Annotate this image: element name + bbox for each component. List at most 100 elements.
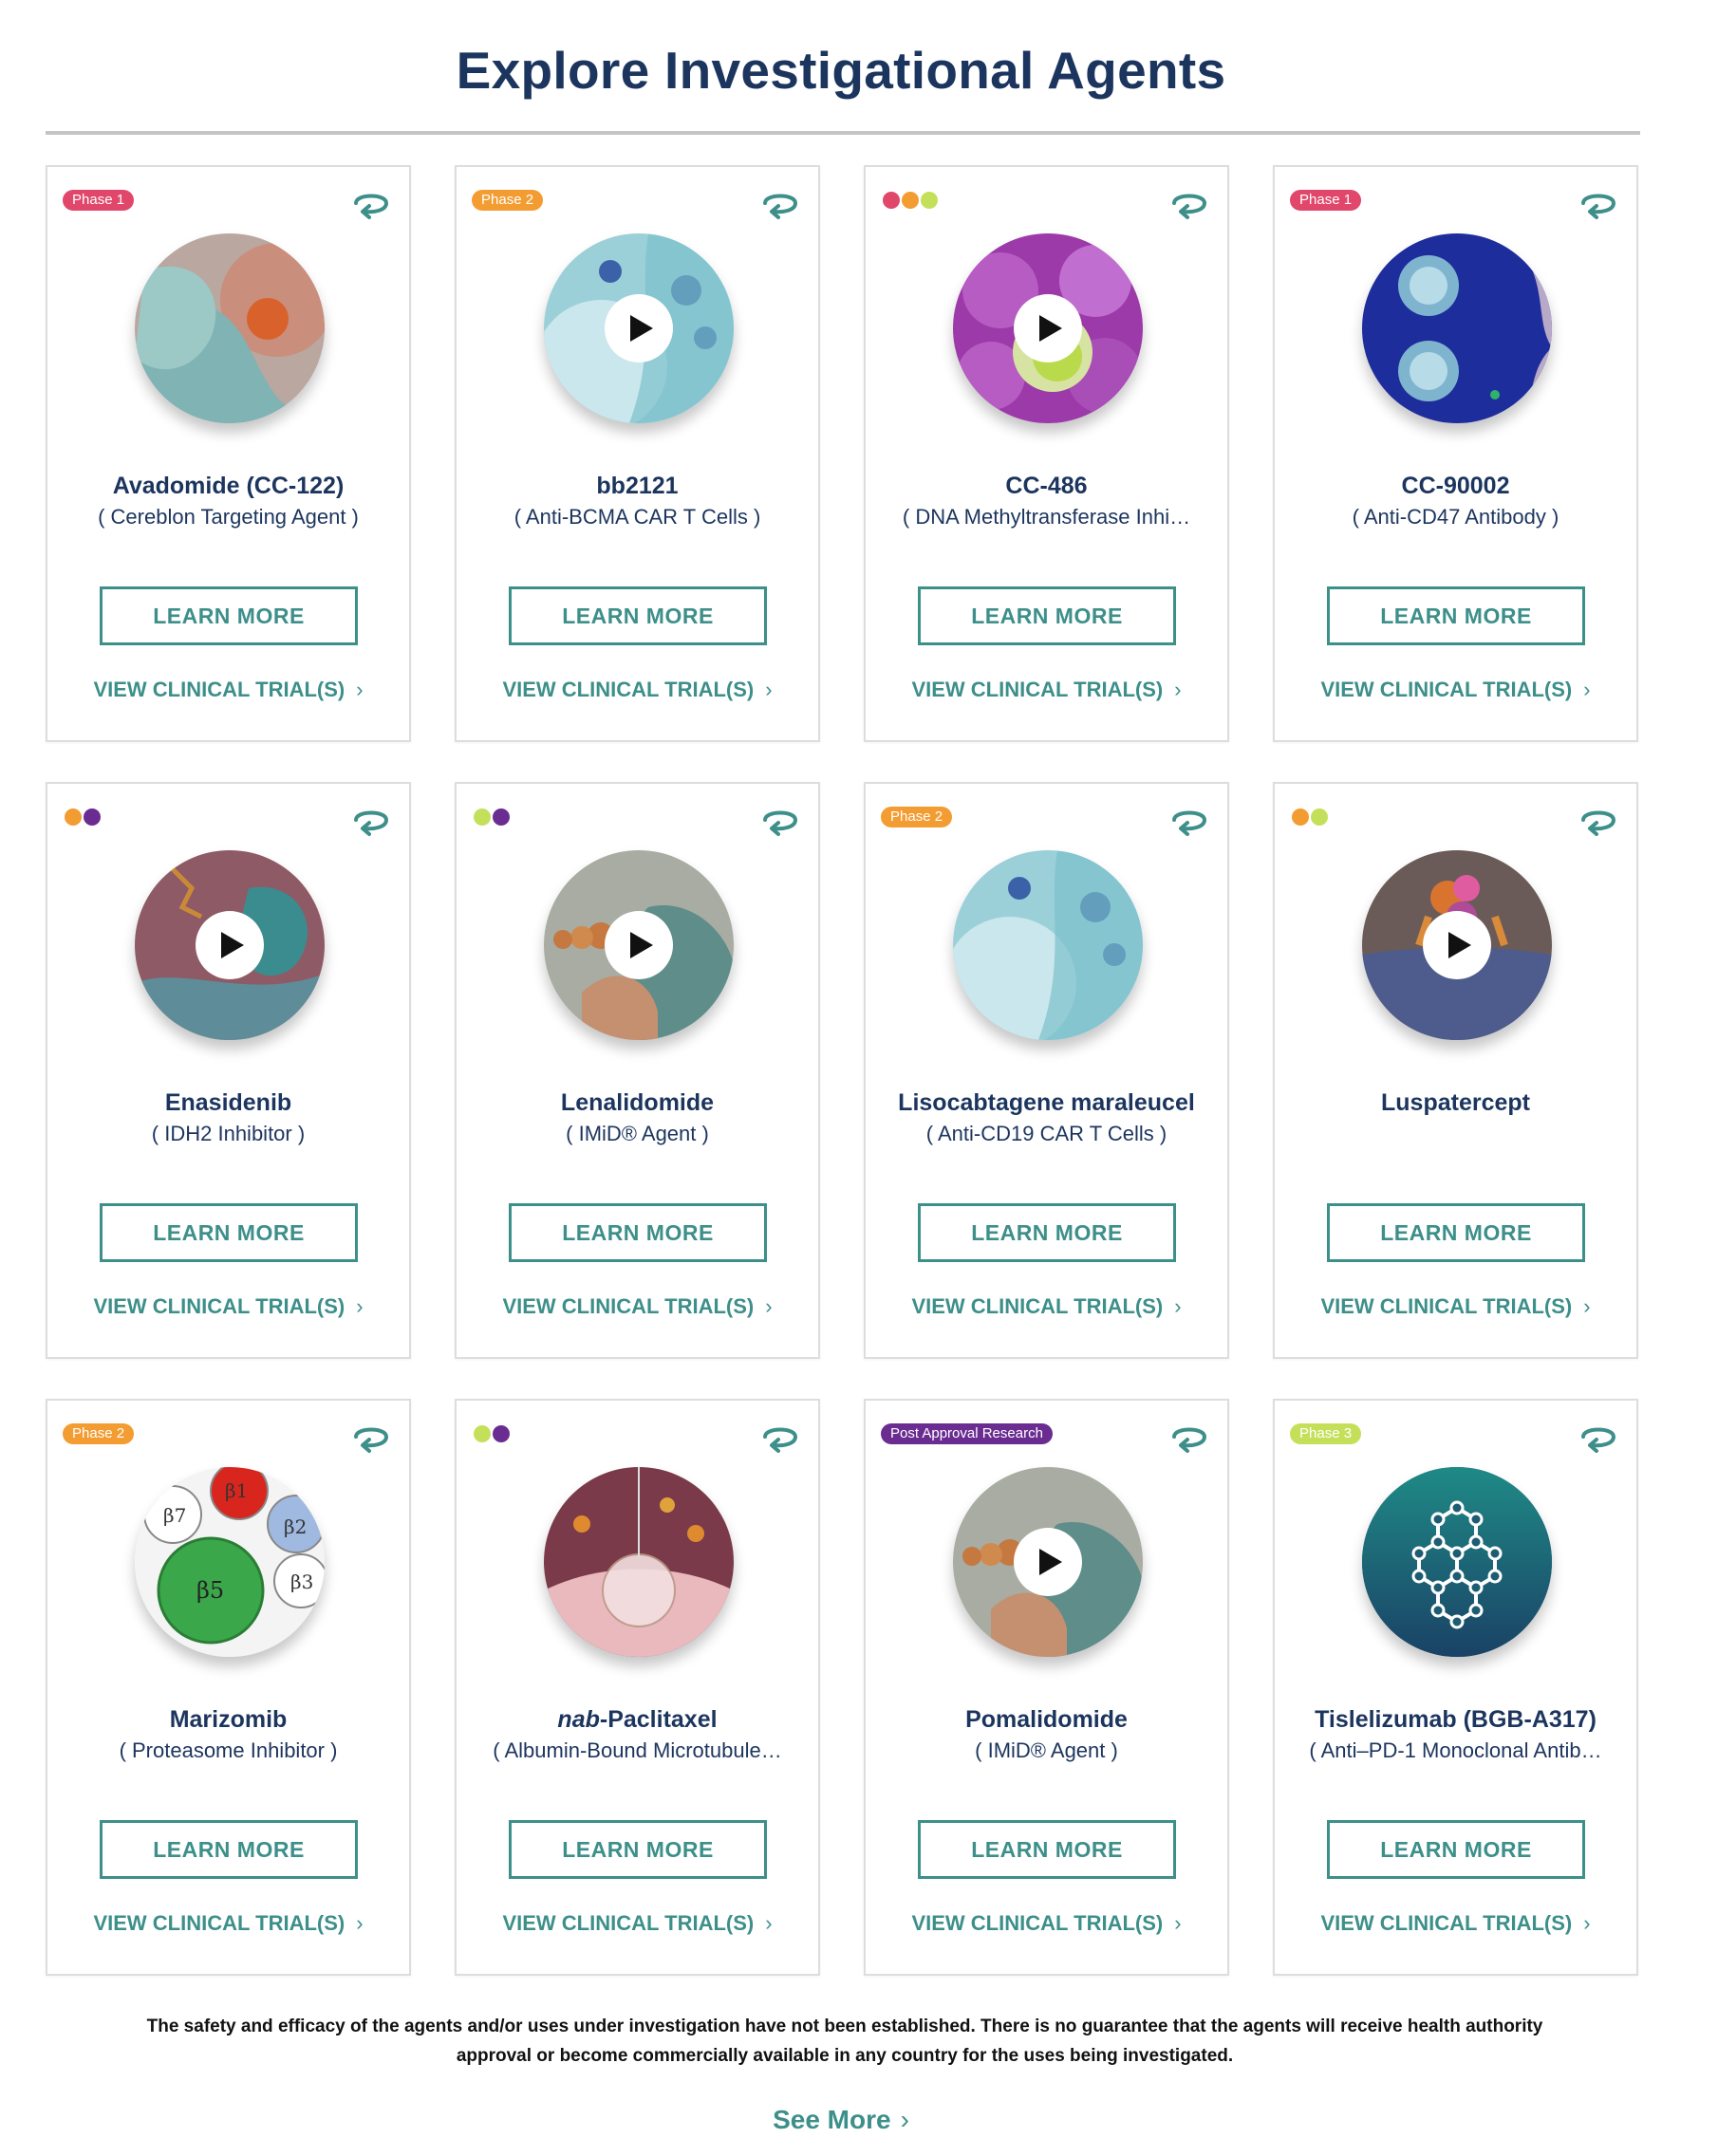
see-more-link[interactable]: See More › [0, 2105, 1682, 2135]
flip-card-icon[interactable] [1578, 803, 1619, 837]
flip-card-icon[interactable] [350, 186, 392, 220]
flip-card-icon[interactable] [1578, 1420, 1619, 1454]
learn-more-button[interactable]: LEARN MORE [1327, 1203, 1585, 1262]
play-video-icon[interactable] [1423, 911, 1491, 979]
agent-subtitle: ( Cereblon Targeting Agent ) [98, 505, 359, 529]
view-clinical-trials-label: VIEW CLINICAL TRIAL(S) [502, 1294, 755, 1318]
flip-card-icon[interactable] [759, 186, 801, 220]
flip-card-icon[interactable] [1168, 1420, 1210, 1454]
agent-card: Luspatercept LEARN MORE VIEW CLINICAL TRIA… [1273, 782, 1638, 1359]
flip-card-icon[interactable] [1578, 186, 1619, 220]
learn-more-button[interactable]: LEARN MORE [1327, 1820, 1585, 1879]
beta1-label: β1 [225, 1479, 248, 1502]
learn-more-button[interactable]: LEARN MORE [1327, 586, 1585, 645]
view-clinical-trials-link[interactable]: VIEW CLINICAL TRIAL(S) › [47, 1294, 409, 1319]
learn-more-button[interactable]: LEARN MORE [509, 586, 767, 645]
view-clinical-trials-link[interactable]: VIEW CLINICAL TRIAL(S) › [866, 678, 1227, 702]
agent-name-text: Enasidenib [164, 1089, 292, 1116]
agent-image[interactable] [953, 233, 1143, 423]
learn-more-button[interactable]: LEARN MORE [100, 586, 358, 645]
agent-card: CC-486 ( DNA Methyltransferase Inhi… LEARN… [864, 165, 1229, 742]
view-clinical-trials-link[interactable]: VIEW CLINICAL TRIAL(S) › [47, 1911, 409, 1936]
view-clinical-trials-label: VIEW CLINICAL TRIAL(S) [911, 678, 1164, 701]
chevron-right-icon: › [356, 1294, 364, 1318]
see-more-label: See More [773, 2105, 891, 2134]
indication-dot [1311, 808, 1328, 826]
view-clinical-trials-label: VIEW CLINICAL TRIAL(S) [93, 678, 345, 701]
indication-dots [474, 1425, 510, 1442]
agent-image[interactable] [135, 850, 325, 1040]
flip-card-icon[interactable] [759, 803, 801, 837]
agent-card: Phase 2 β7 β1 β2 β3 β5 Marizomib ( Proteasome I… [46, 1399, 411, 1976]
view-clinical-trials-label: VIEW CLINICAL TRIAL(S) [911, 1294, 1164, 1318]
agent-card: Phase 3 Tislelizumab (BGB-A317) ( Anti–PD-… [1273, 1399, 1638, 1976]
view-clinical-trials-link[interactable]: VIEW CLINICAL TRIAL(S) › [457, 678, 818, 702]
view-clinical-trials-link[interactable]: VIEW CLINICAL TRIAL(S) › [866, 1911, 1227, 1936]
agent-name: Lenalidomide [466, 1089, 809, 1117]
flip-card-icon[interactable] [1168, 803, 1210, 837]
flip-card-icon[interactable] [350, 1420, 392, 1454]
learn-more-button[interactable]: LEARN MORE [509, 1820, 767, 1879]
view-clinical-trials-label: VIEW CLINICAL TRIAL(S) [502, 678, 755, 701]
agent-name-text: Pomalidomide [965, 1706, 1128, 1733]
indication-dot [474, 808, 491, 826]
view-clinical-trials-link[interactable]: VIEW CLINICAL TRIAL(S) › [457, 1911, 818, 1936]
flip-card-icon[interactable] [759, 1420, 801, 1454]
view-clinical-trials-link[interactable]: VIEW CLINICAL TRIAL(S) › [47, 678, 409, 702]
agent-image [1362, 233, 1552, 423]
indication-dot [902, 192, 919, 209]
agent-card: Enasidenib ( IDH2 Inhibitor ) LEARN MORE VI… [46, 782, 411, 1359]
learn-more-button[interactable]: LEARN MORE [918, 1820, 1176, 1879]
phase-badge: Phase 3 [1290, 1423, 1362, 1444]
indication-dot [474, 1425, 491, 1442]
flip-card-icon[interactable] [1168, 186, 1210, 220]
play-video-icon[interactable] [1014, 1528, 1082, 1596]
agent-name-text: -Paclitaxel [599, 1706, 718, 1733]
agent-name: Avadomide (CC-122) [57, 473, 400, 500]
agent-name: bb2121 [466, 473, 809, 500]
learn-more-button[interactable]: LEARN MORE [509, 1203, 767, 1262]
learn-more-button[interactable]: LEARN MORE [918, 586, 1176, 645]
play-video-icon[interactable] [1014, 294, 1082, 362]
agent-name-text: bb2121 [596, 473, 679, 499]
indication-dot [84, 808, 101, 826]
agent-image[interactable] [953, 1467, 1143, 1657]
view-clinical-trials-link[interactable]: VIEW CLINICAL TRIAL(S) › [1275, 1294, 1636, 1319]
play-video-icon[interactable] [196, 911, 264, 979]
learn-more-button[interactable]: LEARN MORE [100, 1820, 358, 1879]
agent-name-text: Avadomide (CC-122) [112, 473, 345, 499]
agent-name-text: Luspatercept [1381, 1089, 1530, 1116]
view-clinical-trials-label: VIEW CLINICAL TRIAL(S) [911, 1911, 1164, 1935]
phase-badge: Phase 2 [472, 190, 544, 211]
agent-subtitle: ( Anti-CD47 Antibody ) [1352, 505, 1559, 529]
phase-badge: Phase 2 [881, 807, 953, 827]
agent-card: Phase 2 Lisocabtagene maraleucel ( Anti-CD… [864, 782, 1229, 1359]
view-clinical-trials-link[interactable]: VIEW CLINICAL TRIAL(S) › [1275, 678, 1636, 702]
agent-name-text: CC-90002 [1401, 473, 1510, 499]
agent-name-italic: nab [557, 1706, 600, 1733]
play-video-icon[interactable] [605, 911, 673, 979]
agent-card: Phase 1 CC-90002 ( Anti-CD47 Antibody ) LEA… [1273, 165, 1638, 742]
agent-subtitle: ( IMiD® Agent ) [566, 1122, 709, 1145]
chevron-right-icon: › [1583, 1911, 1591, 1935]
view-clinical-trials-label: VIEW CLINICAL TRIAL(S) [502, 1911, 755, 1935]
indication-dot [65, 808, 82, 826]
view-clinical-trials-link[interactable]: VIEW CLINICAL TRIAL(S) › [866, 1294, 1227, 1319]
view-clinical-trials-link[interactable]: VIEW CLINICAL TRIAL(S) › [457, 1294, 818, 1319]
play-video-icon[interactable] [605, 294, 673, 362]
agent-image[interactable] [1362, 850, 1552, 1040]
view-clinical-trials-label: VIEW CLINICAL TRIAL(S) [1320, 678, 1573, 701]
agent-name: CC-486 [875, 473, 1218, 500]
agent-image[interactable] [544, 850, 734, 1040]
chevron-right-icon: › [1174, 1294, 1182, 1318]
agent-name-text: Tislelizumab (BGB-A317) [1315, 1706, 1597, 1733]
chevron-right-icon: › [900, 2105, 909, 2134]
flip-card-icon[interactable] [350, 803, 392, 837]
agent-image[interactable] [544, 233, 734, 423]
chevron-right-icon: › [765, 1911, 773, 1935]
view-clinical-trials-link[interactable]: VIEW CLINICAL TRIAL(S) › [1275, 1911, 1636, 1936]
learn-more-button[interactable]: LEARN MORE [100, 1203, 358, 1262]
learn-more-button[interactable]: LEARN MORE [918, 1203, 1176, 1262]
beta5-label: β5 [196, 1577, 224, 1604]
beta7-label: β7 [163, 1504, 186, 1527]
